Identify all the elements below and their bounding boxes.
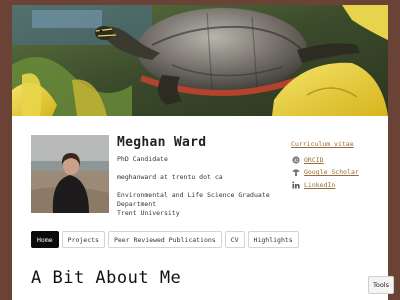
google-scholar-label: Google Scholar — [304, 168, 359, 176]
orcid-label: ORCID — [304, 156, 324, 164]
profile-affiliation: Environmental and Life Science Graduate … — [117, 191, 277, 219]
linkedin-icon — [292, 181, 300, 189]
tab-highlights[interactable]: Highlights — [247, 231, 299, 248]
header-banner-image — [12, 5, 388, 116]
svg-text:iD: iD — [294, 158, 299, 164]
orcid-icon: iD — [292, 156, 300, 164]
profile-email: meghanward at trentu dot ca — [117, 173, 223, 181]
tab-cv[interactable]: CV — [224, 231, 245, 248]
profile-name: Meghan Ward — [117, 135, 207, 150]
main-navigation: Home Projects Peer Reviewed Publications… — [31, 231, 299, 248]
tools-button[interactable]: Tools — [368, 276, 394, 294]
tab-home[interactable]: Home — [31, 231, 59, 248]
profile-role: PhD Candidate — [117, 155, 168, 163]
profile-photo — [31, 135, 109, 213]
tab-peer-reviewed-publications[interactable]: Peer Reviewed Publications — [107, 231, 222, 248]
linkedin-link[interactable]: LinkedIn — [292, 180, 335, 190]
curriculum-vitae-link[interactable]: Curriculum vitae — [291, 140, 354, 148]
linkedin-label: LinkedIn — [304, 181, 336, 189]
orcid-link[interactable]: iD ORCID — [292, 155, 324, 165]
profile-university: Trent University — [117, 209, 180, 218]
graduation-cap-icon — [292, 168, 300, 176]
section-heading: A Bit About Me — [31, 268, 182, 288]
google-scholar-link[interactable]: Google Scholar — [292, 167, 359, 177]
tab-projects[interactable]: Projects — [61, 231, 105, 248]
page-card: Meghan Ward PhD Candidate meghanward at … — [12, 5, 388, 300]
profile-department: Environmental and Life Science Graduate … — [117, 191, 270, 209]
